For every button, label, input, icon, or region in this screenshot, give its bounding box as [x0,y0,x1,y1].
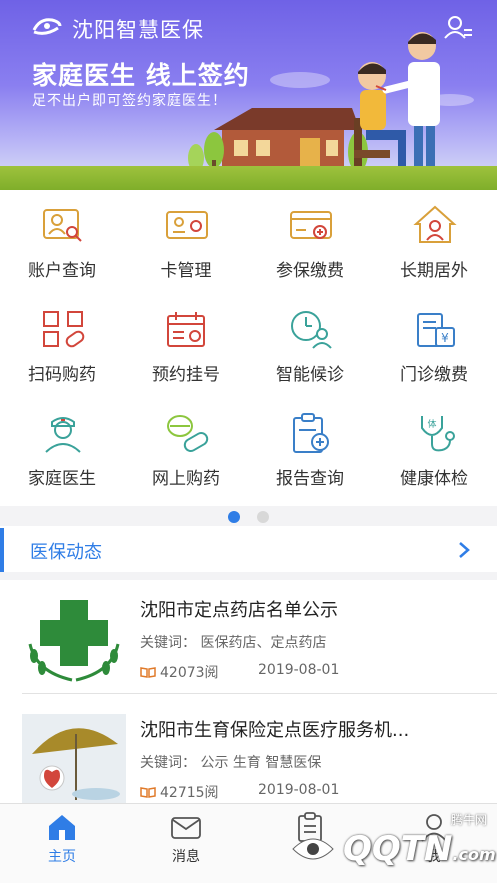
user-switch-icon[interactable] [443,14,473,40]
health-checkup-icon: 体 [421,416,455,452]
watermark-brand: QQTN [343,829,453,869]
watermark-suffix: .com [452,845,496,864]
grid-label: 账户查询 [28,261,96,281]
grid-item-family-doctor[interactable]: 家庭医生 [0,404,124,508]
chevron-right-icon[interactable] [457,540,471,560]
pharmacy-cross-thumbnail [28,600,120,682]
svg-text:体: 体 [427,418,436,430]
watermark-site-name: 腾牛网 [450,813,487,827]
grid-item-appointment[interactable]: 预约挂号 [124,300,248,404]
grid-item-online-medicine[interactable]: 网上购药 [124,404,248,508]
smart-waiting-icon [291,311,332,349]
divider [0,572,497,580]
news-views: 42073阅 [140,662,219,682]
section-title: 医保动态 [30,542,102,563]
grid-item-account-query[interactable]: 账户查询 [0,196,124,300]
app-title: 沈阳智慧医保 [72,18,204,42]
grid-label: 家庭医生 [28,469,96,489]
tab-messages[interactable]: 消息 [124,804,248,883]
grid-label: 扫码购药 [28,365,96,385]
grid-label: 预约挂号 [152,365,220,385]
grid-pager [0,506,497,526]
service-grid: 账户查询 卡管理 参保缴费 长期居外 扫码购药 预约挂号 智能候诊 ¥ 门诊缴费… [0,196,497,506]
grid-label: 长期居外 [400,261,468,281]
news-views-count: 42715阅 [160,785,219,801]
news-views-count: 42073阅 [160,665,219,681]
long-term-abroad-icon [413,205,457,243]
news-date: 2019-08-01 [258,782,340,798]
grass-strip [0,166,497,190]
online-medicine-icon [167,415,209,452]
svg-text:¥: ¥ [441,331,449,345]
grid-label: 卡管理 [160,261,212,281]
pager-dot[interactable] [257,511,269,523]
grid-item-scan-buy[interactable]: 扫码购药 [0,300,124,404]
watermark-text: QQTN.com [343,829,496,869]
home-icon [49,815,75,840]
grid-label: 参保缴费 [276,261,344,281]
grid-item-long-term-abroad[interactable]: 长期居外 [372,196,496,300]
banner-headline: 家庭医生 线上签约 [32,61,250,90]
grid-label: 门诊缴费 [400,365,468,385]
watermark: 腾牛网 QQTN.com [283,805,496,879]
news-separator [22,693,497,694]
outpatient-pay-icon: ¥ [417,313,455,347]
top-banner[interactable]: 沈阳智慧医保 家庭医生 线上签约 足不出户即可签约家庭医生！ [0,0,497,190]
news-title: 沈阳市生育保险定点医疗服务机... [140,720,410,741]
news-keywords: 关键词： 医保药店、定点药店 [140,635,327,651]
tab-label: 主页 [48,849,76,865]
news-item[interactable]: 沈阳市生育保险定点医疗服务机... 关键词： 公示 生育 智慧医保 42715阅… [0,700,497,812]
grid-item-card-manage[interactable]: 卡管理 [124,196,248,300]
appointment-icon [167,312,205,347]
grid-item-insurance-pay[interactable]: 参保缴费 [248,196,372,300]
card-manage-icon [166,211,208,239]
pager-dot-active[interactable] [228,511,240,523]
bottom-tab-bar: 主页 消息 我 腾牛网 QQTN.com [0,803,497,883]
section-header-medical-news[interactable]: 医保动态 [0,528,497,572]
banner-subline: 足不出户即可签约家庭医生！ [32,93,227,109]
insurance-pay-icon [290,211,332,239]
account-query-icon [43,209,82,242]
news-title: 沈阳市定点药店名单公示 [140,600,338,621]
grid-item-health-checkup[interactable]: 体 健康体检 [372,404,496,508]
tab-home[interactable]: 主页 [0,804,124,883]
grid-label: 智能候诊 [276,365,344,385]
news-item[interactable]: 沈阳市定点药店名单公示 关键词： 医保药店、定点药店 42073阅 2019-0… [0,580,497,692]
grid-item-outpatient-pay[interactable]: ¥ 门诊缴费 [372,300,496,404]
maternity-insurance-thumbnail [22,714,126,804]
top-bar: 沈阳智慧医保 [0,8,497,44]
app-logo-icon [32,18,62,35]
scan-buy-medicine-icon [43,311,85,348]
grid-label: 健康体检 [400,469,468,489]
tab-label: 消息 [172,849,200,865]
news-views: 42715阅 [140,782,219,802]
book-icon [140,787,156,798]
report-query-icon [293,413,329,453]
grid-label: 报告查询 [276,469,344,489]
grid-label: 网上购药 [152,469,220,489]
family-doctor-icon [45,417,81,453]
message-icon [171,817,201,839]
grid-item-smart-waiting[interactable]: 智能候诊 [248,300,372,404]
book-icon [140,667,156,678]
grid-item-report-query[interactable]: 报告查询 [248,404,372,508]
news-keywords: 关键词： 公示 生育 智慧医保 [140,755,322,771]
news-date: 2019-08-01 [258,662,340,678]
watermark-logo-icon [292,838,334,860]
